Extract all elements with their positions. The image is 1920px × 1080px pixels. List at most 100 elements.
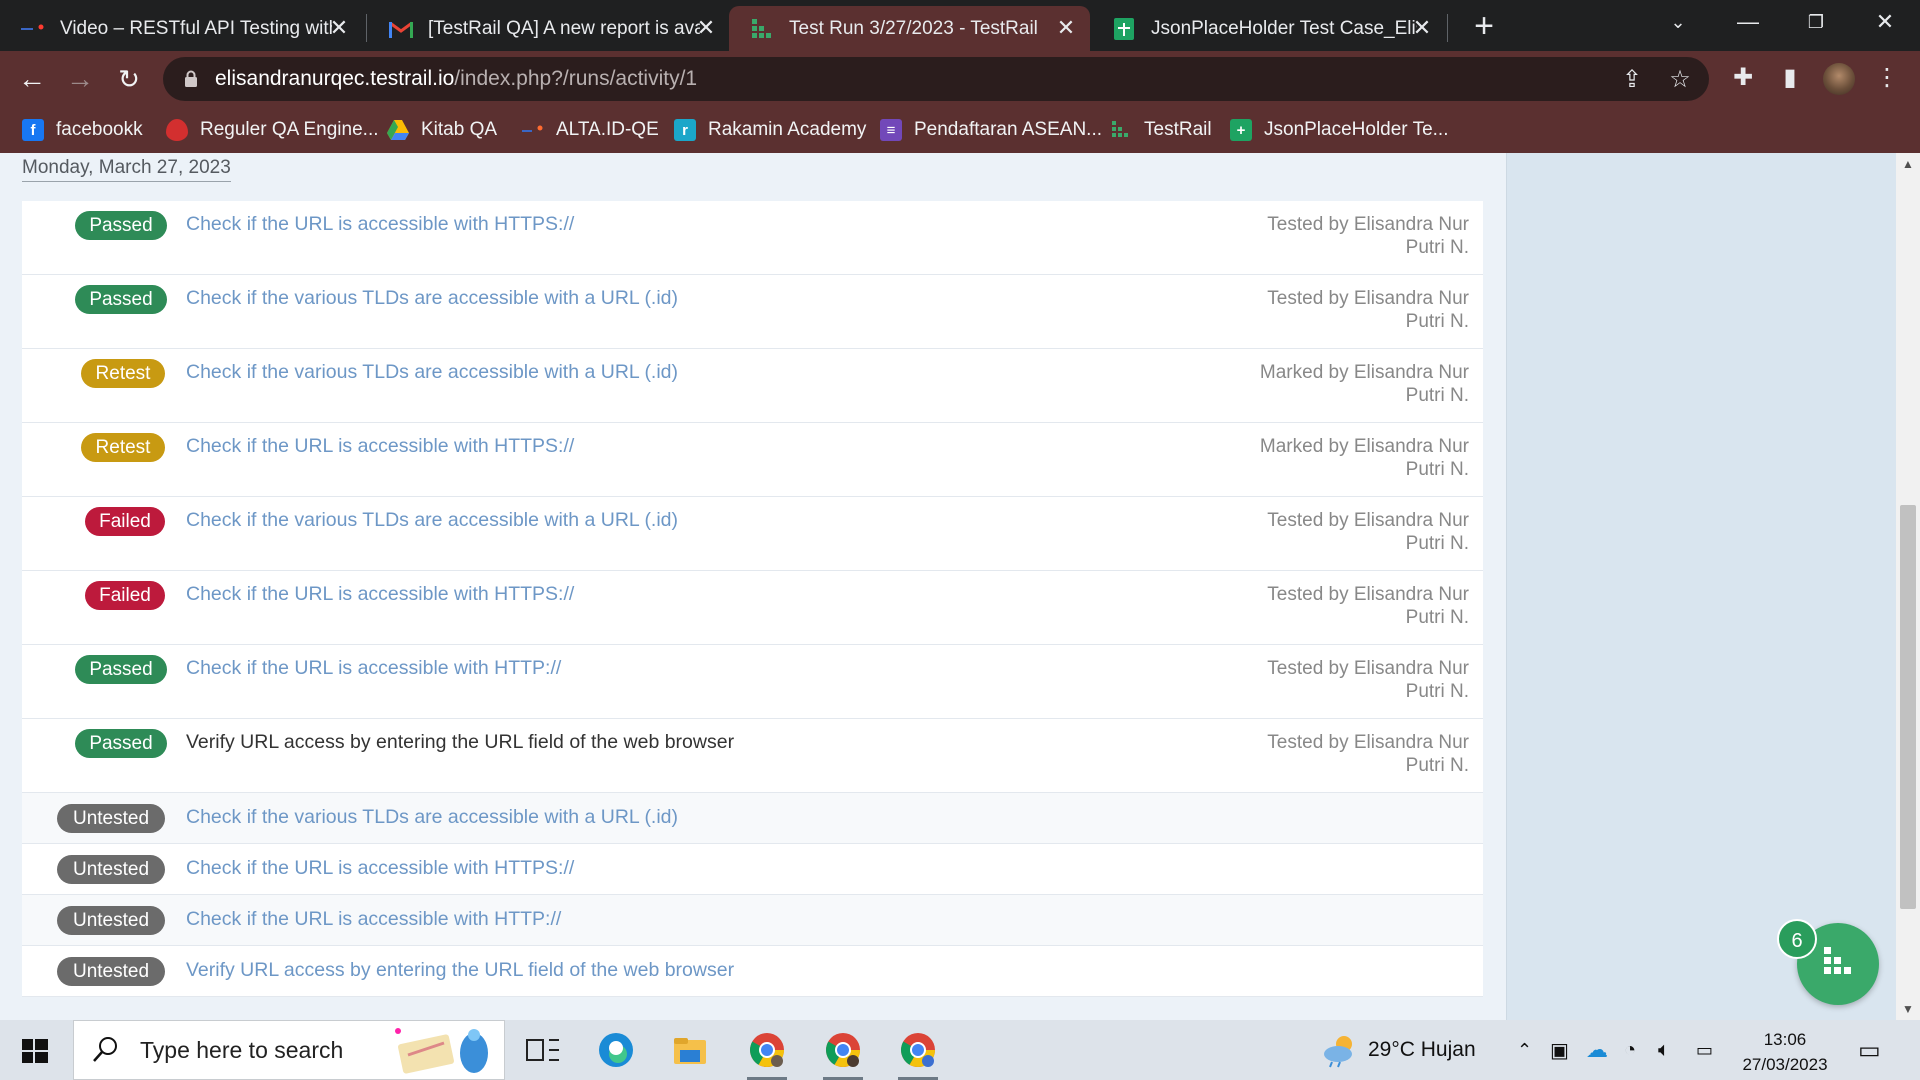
- taskbar-search-box[interactable]: Type here to search: [73, 1020, 505, 1080]
- test-case-link[interactable]: Check if the URL is accessible with HTTP…: [186, 583, 574, 606]
- chrome-icon[interactable]: [898, 1030, 938, 1080]
- url-host: elisandranurqec.testrail.io: [215, 67, 455, 90]
- test-case-link[interactable]: Verify URL access by entering the URL fi…: [186, 959, 734, 982]
- share-icon[interactable]: ⇪: [1617, 65, 1647, 95]
- edge-icon[interactable]: [596, 1030, 636, 1070]
- tested-by: Tested by Elisandra Nur Putri N.: [1267, 732, 1469, 776]
- close-tab-icon[interactable]: ✕: [692, 14, 720, 42]
- sidepanel-icon[interactable]: ▮: [1775, 63, 1805, 93]
- test-case-link[interactable]: Check if the various TLDs are accessible…: [186, 361, 678, 384]
- date-heading: Monday, March 27, 2023: [22, 157, 231, 182]
- meet-now-icon[interactable]: ▣: [1550, 1020, 1569, 1080]
- search-placeholder: Type here to search: [140, 1036, 344, 1063]
- chrome-icon[interactable]: [823, 1030, 863, 1080]
- show-hidden-icons[interactable]: ⌃: [1517, 1020, 1532, 1080]
- battery-icon[interactable]: ▭: [1696, 1020, 1713, 1080]
- alta-icon: [522, 119, 544, 141]
- activity-row: Failed Check if the URL is accessible wi…: [22, 571, 1483, 645]
- reload-button[interactable]: ↻: [111, 61, 147, 97]
- test-case-link[interactable]: Check if the various TLDs are accessible…: [186, 806, 678, 829]
- address-bar[interactable]: elisandranurqec.testrail.io /index.php?/…: [163, 57, 1709, 101]
- tested-by: Tested by Elisandra Nur Putri N.: [1267, 584, 1469, 628]
- bookmark-label: facebookk: [56, 119, 143, 140]
- onedrive-icon[interactable]: ☁: [1586, 1020, 1608, 1080]
- activity-row: Untested Check if the various TLDs are a…: [22, 793, 1483, 844]
- clock-date: 27/03/2023: [1742, 1055, 1828, 1074]
- task-view-icon[interactable]: [523, 1030, 563, 1070]
- testrail-icon: [1110, 119, 1132, 141]
- forward-button[interactable]: →: [62, 61, 98, 97]
- minimize-button[interactable]: —: [1718, 4, 1778, 40]
- bookmark-kitab-qa[interactable]: Kitab QA: [387, 115, 497, 145]
- testrail-icon: [749, 18, 775, 40]
- test-case-link[interactable]: Check if the URL is accessible with HTTP…: [186, 857, 574, 880]
- profile-avatar[interactable]: [1823, 63, 1855, 95]
- vertical-scrollbar[interactable]: ▲ ▼: [1896, 153, 1920, 1020]
- bookmark-label: ALTA.ID-QE: [556, 119, 659, 140]
- scroll-down-icon[interactable]: ▼: [1896, 1002, 1920, 1016]
- close-window-button[interactable]: ✕: [1855, 4, 1915, 40]
- status-badge: Passed: [75, 285, 167, 314]
- bookmark-rakamin[interactable]: r Rakamin Academy: [674, 115, 866, 145]
- wifi-icon[interactable]: ◔: [1624, 1020, 1636, 1080]
- status-badge: Untested: [57, 906, 165, 935]
- windows-taskbar: Type here to search 29°C Hujan ⌃ ▣ ☁ ◔ 🔈…: [0, 1020, 1920, 1080]
- test-case-link[interactable]: Check if the URL is accessible with HTTP…: [186, 213, 574, 236]
- bookmark-asean[interactable]: ≡ Pendaftaran ASEAN...: [880, 115, 1102, 145]
- new-tab-button[interactable]: +: [1464, 8, 1504, 44]
- scrollbar-thumb[interactable]: [1900, 505, 1916, 909]
- test-case-link[interactable]: Verify URL access by entering the URL fi…: [186, 731, 734, 754]
- tab-youtube-video[interactable]: Video – RESTful API Testing with I ✕: [0, 6, 363, 51]
- tested-by: Marked by Elisandra Nur Putri N.: [1259, 362, 1469, 406]
- test-case-link[interactable]: Check if the URL is accessible with HTTP…: [186, 908, 561, 931]
- weather-widget[interactable]: 29°C Hujan: [1320, 1020, 1476, 1080]
- activity-list: Passed Check if the URL is accessible wi…: [22, 201, 1483, 997]
- browser-toolbar: ← → ↻ elisandranurqec.testrail.io /index…: [0, 51, 1920, 107]
- bookmark-alta[interactable]: ALTA.ID-QE: [522, 115, 659, 145]
- activity-row: Passed Check if the various TLDs are acc…: [22, 275, 1483, 349]
- tab-sheets-test-case[interactable]: JsonPlaceHolder Test Case_Elisan ✕: [1091, 6, 1446, 51]
- restore-button[interactable]: ❐: [1786, 4, 1846, 40]
- sidebar-panel: [1506, 153, 1896, 1020]
- extensions-icon[interactable]: ✚: [1728, 63, 1758, 93]
- status-badge: Retest: [81, 359, 165, 388]
- star-icon[interactable]: ☆: [1665, 65, 1695, 95]
- forms-icon: ≡: [880, 119, 902, 141]
- rakamin-icon: r: [674, 119, 696, 141]
- drive-icon: [387, 119, 409, 141]
- bookmark-label: Kitab QA: [421, 119, 498, 140]
- test-case-link[interactable]: Check if the URL is accessible with HTTP…: [186, 657, 561, 680]
- volume-icon[interactable]: 🔈︎: [1658, 1020, 1670, 1080]
- notifications-icon[interactable]: ▭: [1858, 1020, 1881, 1080]
- bookmark-reguler-qa[interactable]: Reguler QA Engine...: [166, 115, 379, 145]
- scroll-up-icon[interactable]: ▲: [1896, 157, 1920, 171]
- close-tab-icon[interactable]: ✕: [325, 14, 353, 42]
- test-case-link[interactable]: Check if the URL is accessible with HTTP…: [186, 435, 574, 458]
- activity-row: Untested Verify URL access by entering t…: [22, 946, 1483, 997]
- system-clock[interactable]: 13:06 27/03/2023: [1730, 1027, 1840, 1077]
- chrome-icon[interactable]: [747, 1030, 787, 1080]
- menu-icon[interactable]: ⋮: [1872, 63, 1902, 93]
- tab-gmail-report[interactable]: [TestRail QA] A new report is avai ✕: [368, 6, 730, 51]
- folder-icon[interactable]: [670, 1030, 710, 1070]
- tab-title: Test Run 3/27/2023 - TestRail: [789, 17, 1038, 39]
- tested-by: Tested by Elisandra Nur Putri N.: [1267, 214, 1469, 258]
- tab-search-icon[interactable]: ⌄: [1648, 4, 1708, 40]
- test-case-link[interactable]: Check if the various TLDs are accessible…: [186, 509, 678, 532]
- test-case-link[interactable]: Check if the various TLDs are accessible…: [186, 287, 678, 310]
- bookmark-label: Reguler QA Engine...: [200, 119, 379, 140]
- bookmark-jsonplaceholder[interactable]: + JsonPlaceHolder Te...: [1230, 115, 1448, 145]
- back-button[interactable]: ←: [14, 61, 50, 97]
- windows-icon[interactable]: [20, 1036, 50, 1066]
- bookmark-facebook[interactable]: f facebookk: [22, 115, 143, 145]
- weather-text: 29°C Hujan: [1368, 1038, 1476, 1061]
- tab-testrail-run[interactable]: Test Run 3/27/2023 - TestRail ✕: [729, 6, 1090, 51]
- activity-row: Passed Check if the URL is accessible wi…: [22, 645, 1483, 719]
- status-badge: Untested: [57, 957, 165, 986]
- gmail-icon: [388, 18, 414, 40]
- close-tab-icon[interactable]: ✕: [1052, 14, 1080, 42]
- close-tab-icon[interactable]: ✕: [1408, 14, 1436, 42]
- status-badge: Failed: [85, 507, 165, 536]
- bookmark-testrail[interactable]: TestRail: [1110, 115, 1212, 145]
- status-badge: Failed: [85, 581, 165, 610]
